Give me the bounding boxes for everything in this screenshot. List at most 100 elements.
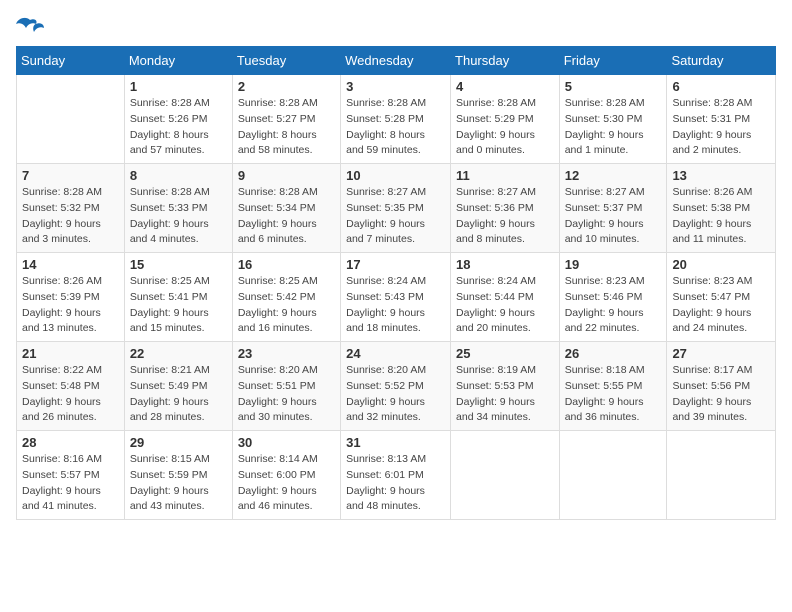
- day-number: 7: [22, 168, 119, 183]
- day-detail: Sunrise: 8:23 AM Sunset: 5:47 PM Dayligh…: [672, 274, 770, 337]
- calendar-day-cell: 15 Sunrise: 8:25 AM Sunset: 5:41 PM Dayli…: [124, 253, 232, 342]
- day-detail: Sunrise: 8:28 AM Sunset: 5:33 PM Dayligh…: [130, 185, 227, 248]
- calendar-day-cell: 16 Sunrise: 8:25 AM Sunset: 5:42 PM Dayli…: [232, 253, 340, 342]
- calendar-day-cell: 6 Sunrise: 8:28 AM Sunset: 5:31 PM Daylig…: [667, 75, 776, 164]
- day-number: 8: [130, 168, 227, 183]
- day-detail: Sunrise: 8:19 AM Sunset: 5:53 PM Dayligh…: [456, 363, 554, 426]
- calendar-day-cell: 29 Sunrise: 8:15 AM Sunset: 5:59 PM Dayli…: [124, 431, 232, 520]
- day-detail: Sunrise: 8:24 AM Sunset: 5:44 PM Dayligh…: [456, 274, 554, 337]
- calendar-day-cell: 11 Sunrise: 8:27 AM Sunset: 5:36 PM Dayli…: [451, 164, 560, 253]
- calendar-day-cell: 26 Sunrise: 8:18 AM Sunset: 5:55 PM Dayli…: [559, 342, 667, 431]
- day-number: 25: [456, 346, 554, 361]
- calendar-day-cell: [17, 75, 125, 164]
- day-number: 1: [130, 79, 227, 94]
- day-number: 28: [22, 435, 119, 450]
- calendar-day-cell: 20 Sunrise: 8:23 AM Sunset: 5:47 PM Dayli…: [667, 253, 776, 342]
- calendar-day-cell: 9Sunrise: 8:28 AM Sunset: 5:34 PM Daylig…: [232, 164, 340, 253]
- calendar-day-cell: 31 Sunrise: 8:13 AM Sunset: 6:01 PM Dayli…: [341, 431, 451, 520]
- day-detail: Sunrise: 8:26 AM Sunset: 5:38 PM Dayligh…: [672, 185, 770, 248]
- calendar-day-cell: 18 Sunrise: 8:24 AM Sunset: 5:44 PM Dayli…: [451, 253, 560, 342]
- day-number: 18: [456, 257, 554, 272]
- calendar-week-row: 14Sunrise: 8:26 AM Sunset: 5:39 PM Dayli…: [17, 253, 776, 342]
- weekday-header-cell: Sunday: [17, 47, 125, 75]
- day-number: 6: [672, 79, 770, 94]
- calendar-day-cell: [451, 431, 560, 520]
- day-number: 15: [130, 257, 227, 272]
- day-number: 20: [672, 257, 770, 272]
- weekday-header-row: SundayMondayTuesdayWednesdayThursdayFrid…: [17, 47, 776, 75]
- day-number: 13: [672, 168, 770, 183]
- weekday-header-cell: Friday: [559, 47, 667, 75]
- weekday-header-cell: Monday: [124, 47, 232, 75]
- calendar-day-cell: 30 Sunrise: 8:14 AM Sunset: 6:00 PM Dayli…: [232, 431, 340, 520]
- day-number: 5: [565, 79, 662, 94]
- day-detail: Sunrise: 8:27 AM Sunset: 5:36 PM Dayligh…: [456, 185, 554, 248]
- calendar-day-cell: 4Sunrise: 8:28 AM Sunset: 5:29 PM Daylig…: [451, 75, 560, 164]
- calendar-day-cell: 28 Sunrise: 8:16 AM Sunset: 5:57 PM Dayli…: [17, 431, 125, 520]
- day-detail: Sunrise: 8:25 AM Sunset: 5:42 PM Dayligh…: [238, 274, 335, 337]
- day-number: 31: [346, 435, 445, 450]
- calendar-day-cell: 23 Sunrise: 8:20 AM Sunset: 5:51 PM Dayli…: [232, 342, 340, 431]
- calendar-day-cell: 19 Sunrise: 8:23 AM Sunset: 5:46 PM Dayli…: [559, 253, 667, 342]
- day-number: 23: [238, 346, 335, 361]
- calendar-day-cell: 27Sunrise: 8:17 AM Sunset: 5:56 PM Dayli…: [667, 342, 776, 431]
- weekday-header-cell: Tuesday: [232, 47, 340, 75]
- calendar-week-row: 1 Sunrise: 8:28 AM Sunset: 5:26 PM Daylig…: [17, 75, 776, 164]
- calendar-day-cell: 7 Sunrise: 8:28 AM Sunset: 5:32 PM Daylig…: [17, 164, 125, 253]
- calendar-day-cell: 3 Sunrise: 8:28 AM Sunset: 5:28 PM Daylig…: [341, 75, 451, 164]
- calendar-week-row: 7 Sunrise: 8:28 AM Sunset: 5:32 PM Daylig…: [17, 164, 776, 253]
- day-detail: Sunrise: 8:28 AM Sunset: 5:26 PM Dayligh…: [130, 96, 227, 159]
- day-detail: Sunrise: 8:24 AM Sunset: 5:43 PM Dayligh…: [346, 274, 445, 337]
- day-detail: Sunrise: 8:15 AM Sunset: 5:59 PM Dayligh…: [130, 452, 227, 515]
- day-detail: Sunrise: 8:28 AM Sunset: 5:34 PM Dayligh…: [238, 185, 335, 248]
- calendar-week-row: 28 Sunrise: 8:16 AM Sunset: 5:57 PM Dayli…: [17, 431, 776, 520]
- day-number: 26: [565, 346, 662, 361]
- day-number: 3: [346, 79, 445, 94]
- day-detail: Sunrise: 8:28 AM Sunset: 5:31 PM Dayligh…: [672, 96, 770, 159]
- calendar-day-cell: 5 Sunrise: 8:28 AM Sunset: 5:30 PM Daylig…: [559, 75, 667, 164]
- day-number: 2: [238, 79, 335, 94]
- day-detail: Sunrise: 8:28 AM Sunset: 5:28 PM Dayligh…: [346, 96, 445, 159]
- day-number: 19: [565, 257, 662, 272]
- day-detail: Sunrise: 8:13 AM Sunset: 6:01 PM Dayligh…: [346, 452, 445, 515]
- day-detail: Sunrise: 8:28 AM Sunset: 5:27 PM Dayligh…: [238, 96, 335, 159]
- calendar-day-cell: 13 Sunrise: 8:26 AM Sunset: 5:38 PM Dayli…: [667, 164, 776, 253]
- day-number: 21: [22, 346, 119, 361]
- day-number: 4: [456, 79, 554, 94]
- calendar-day-cell: 17 Sunrise: 8:24 AM Sunset: 5:43 PM Dayli…: [341, 253, 451, 342]
- day-number: 30: [238, 435, 335, 450]
- calendar-week-row: 21 Sunrise: 8:22 AM Sunset: 5:48 PM Dayli…: [17, 342, 776, 431]
- day-number: 29: [130, 435, 227, 450]
- logo: [16, 16, 48, 38]
- day-number: 17: [346, 257, 445, 272]
- page-header: [16, 16, 776, 38]
- calendar-day-cell: 8 Sunrise: 8:28 AM Sunset: 5:33 PM Daylig…: [124, 164, 232, 253]
- calendar-body: 1 Sunrise: 8:28 AM Sunset: 5:26 PM Daylig…: [17, 75, 776, 520]
- weekday-header-cell: Wednesday: [341, 47, 451, 75]
- day-number: 27: [672, 346, 770, 361]
- day-detail: Sunrise: 8:20 AM Sunset: 5:52 PM Dayligh…: [346, 363, 445, 426]
- day-detail: Sunrise: 8:22 AM Sunset: 5:48 PM Dayligh…: [22, 363, 119, 426]
- day-detail: Sunrise: 8:27 AM Sunset: 5:35 PM Dayligh…: [346, 185, 445, 248]
- weekday-header-cell: Saturday: [667, 47, 776, 75]
- day-number: 12: [565, 168, 662, 183]
- day-detail: Sunrise: 8:20 AM Sunset: 5:51 PM Dayligh…: [238, 363, 335, 426]
- day-number: 22: [130, 346, 227, 361]
- logo-bird-icon: [16, 16, 44, 38]
- calendar-day-cell: 24Sunrise: 8:20 AM Sunset: 5:52 PM Dayli…: [341, 342, 451, 431]
- day-detail: Sunrise: 8:14 AM Sunset: 6:00 PM Dayligh…: [238, 452, 335, 515]
- calendar-day-cell: 10 Sunrise: 8:27 AM Sunset: 5:35 PM Dayli…: [341, 164, 451, 253]
- calendar-day-cell: 14Sunrise: 8:26 AM Sunset: 5:39 PM Dayli…: [17, 253, 125, 342]
- calendar-day-cell: 25 Sunrise: 8:19 AM Sunset: 5:53 PM Dayli…: [451, 342, 560, 431]
- day-detail: Sunrise: 8:28 AM Sunset: 5:32 PM Dayligh…: [22, 185, 119, 248]
- day-detail: Sunrise: 8:23 AM Sunset: 5:46 PM Dayligh…: [565, 274, 662, 337]
- day-detail: Sunrise: 8:18 AM Sunset: 5:55 PM Dayligh…: [565, 363, 662, 426]
- day-detail: Sunrise: 8:28 AM Sunset: 5:30 PM Dayligh…: [565, 96, 662, 159]
- calendar-day-cell: 22Sunrise: 8:21 AM Sunset: 5:49 PM Dayli…: [124, 342, 232, 431]
- day-number: 10: [346, 168, 445, 183]
- day-detail: Sunrise: 8:16 AM Sunset: 5:57 PM Dayligh…: [22, 452, 119, 515]
- day-number: 11: [456, 168, 554, 183]
- day-detail: Sunrise: 8:26 AM Sunset: 5:39 PM Dayligh…: [22, 274, 119, 337]
- day-number: 16: [238, 257, 335, 272]
- day-detail: Sunrise: 8:25 AM Sunset: 5:41 PM Dayligh…: [130, 274, 227, 337]
